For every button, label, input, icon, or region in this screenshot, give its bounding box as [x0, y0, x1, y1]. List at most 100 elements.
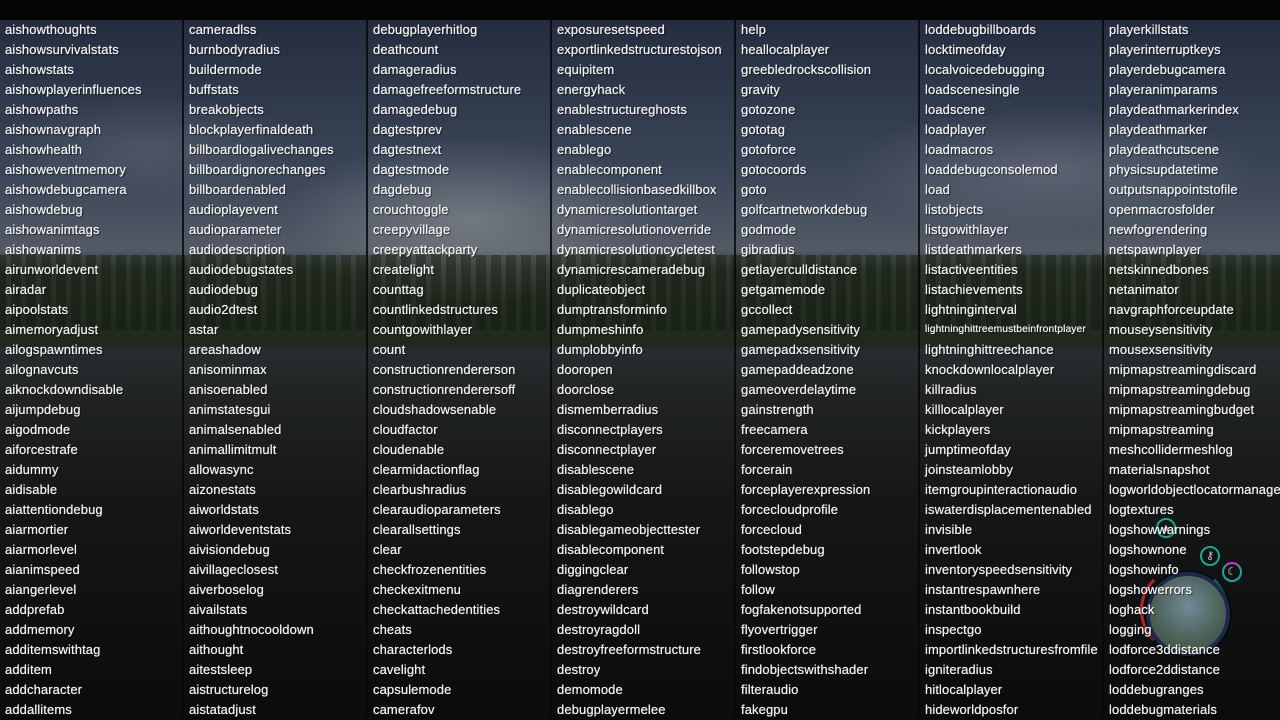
command-item[interactable]: knockdownlocalplayer [920, 360, 1102, 380]
command-item[interactable]: disablegowildcard [552, 480, 734, 500]
command-item[interactable]: enablescene [552, 120, 734, 140]
command-item[interactable]: exposuresetspeed [552, 20, 734, 40]
command-item[interactable]: playerdebugcamera [1104, 60, 1280, 80]
command-item[interactable]: lightninghittreemustbeinfrontplayer [920, 320, 1102, 340]
command-item[interactable]: kickplayers [920, 420, 1102, 440]
command-item[interactable]: outputsnappointstofile [1104, 180, 1280, 200]
command-item[interactable]: playerkillstats [1104, 20, 1280, 40]
command-item[interactable]: followstop [736, 560, 918, 580]
command-item[interactable]: addcharacter [0, 680, 182, 700]
command-item[interactable]: aiattentiondebug [0, 500, 182, 520]
command-item[interactable]: killlocalplayer [920, 400, 1102, 420]
command-item[interactable]: firstlookforce [736, 640, 918, 660]
command-item[interactable]: instantbookbuild [920, 600, 1102, 620]
command-item[interactable]: loghack [1104, 600, 1280, 620]
command-item[interactable]: aishowsurvivalstats [0, 40, 182, 60]
command-item[interactable]: cameradlss [184, 20, 366, 40]
command-item[interactable]: lightninghittreechance [920, 340, 1102, 360]
command-item[interactable]: fakegpu [736, 700, 918, 720]
command-item[interactable]: addallitems [0, 700, 182, 720]
command-item[interactable]: gccollect [736, 300, 918, 320]
command-item[interactable]: disablego [552, 500, 734, 520]
command-item[interactable]: logshowerrors [1104, 580, 1280, 600]
command-item[interactable]: load [920, 180, 1102, 200]
command-item[interactable]: aishowdebug [0, 200, 182, 220]
command-item[interactable]: forceplayerexpression [736, 480, 918, 500]
command-item[interactable]: aizonestats [184, 480, 366, 500]
command-item[interactable]: gototag [736, 120, 918, 140]
command-item[interactable]: gamepadysensitivity [736, 320, 918, 340]
command-item[interactable]: logshowinfo [1104, 560, 1280, 580]
command-item[interactable]: mouseysensitivity [1104, 320, 1280, 340]
command-item[interactable]: airunworldevent [0, 260, 182, 280]
command-item[interactable]: animstatesgui [184, 400, 366, 420]
command-item[interactable]: logshowwarnings [1104, 520, 1280, 540]
command-item[interactable]: cloudfactor [368, 420, 550, 440]
command-item[interactable]: dagtestmode [368, 160, 550, 180]
command-item[interactable]: joinsteamlobby [920, 460, 1102, 480]
command-item[interactable]: forcerain [736, 460, 918, 480]
command-item[interactable]: checkexitmenu [368, 580, 550, 600]
command-item[interactable]: createlight [368, 260, 550, 280]
command-item[interactable]: netanimator [1104, 280, 1280, 300]
command-item[interactable]: aidisable [0, 480, 182, 500]
command-item[interactable]: ailognavcuts [0, 360, 182, 380]
command-item[interactable]: navgraphforceupdate [1104, 300, 1280, 320]
command-item[interactable]: constructionrendererson [368, 360, 550, 380]
command-item[interactable]: dumptransforminfo [552, 300, 734, 320]
command-item[interactable]: gamepaddeadzone [736, 360, 918, 380]
command-item[interactable]: aishowanims [0, 240, 182, 260]
command-item[interactable]: breakobjects [184, 100, 366, 120]
command-item[interactable]: dagtestprev [368, 120, 550, 140]
command-item[interactable]: counttag [368, 280, 550, 300]
command-item[interactable]: clearallsettings [368, 520, 550, 540]
command-item[interactable]: forceremovetrees [736, 440, 918, 460]
command-item[interactable]: loadplayer [920, 120, 1102, 140]
command-item[interactable]: aishowthoughts [0, 20, 182, 40]
command-item[interactable]: diagrenderers [552, 580, 734, 600]
command-item[interactable]: disconnectplayers [552, 420, 734, 440]
command-item[interactable]: flyovertrigger [736, 620, 918, 640]
command-item[interactable]: disablecomponent [552, 540, 734, 560]
command-item[interactable]: gotocoords [736, 160, 918, 180]
command-item[interactable]: cloudshadowsenable [368, 400, 550, 420]
command-item[interactable]: equipitem [552, 60, 734, 80]
command-item[interactable]: gamepadxsensitivity [736, 340, 918, 360]
command-item[interactable]: countgowithlayer [368, 320, 550, 340]
command-item[interactable]: buildermode [184, 60, 366, 80]
command-item[interactable]: forcecloud [736, 520, 918, 540]
command-item[interactable]: gotoforce [736, 140, 918, 160]
command-item[interactable]: count [368, 340, 550, 360]
command-item[interactable]: playdeathmarkerindex [1104, 100, 1280, 120]
command-item[interactable]: dagtestnext [368, 140, 550, 160]
command-item[interactable]: characterlods [368, 640, 550, 660]
command-item[interactable]: aishowdebugcamera [0, 180, 182, 200]
command-item[interactable]: diggingclear [552, 560, 734, 580]
command-item[interactable]: dynamicrescameradebug [552, 260, 734, 280]
command-item[interactable]: billboardlogalivechanges [184, 140, 366, 160]
command-item[interactable]: debugplayermelee [552, 700, 734, 720]
command-item[interactable]: clear [368, 540, 550, 560]
command-item[interactable]: addmemory [0, 620, 182, 640]
command-item[interactable]: enablecomponent [552, 160, 734, 180]
command-item[interactable]: aishoweventmemory [0, 160, 182, 180]
command-item[interactable]: destroyragdoll [552, 620, 734, 640]
command-item[interactable]: additemswithtag [0, 640, 182, 660]
command-item[interactable]: astar [184, 320, 366, 340]
command-item[interactable]: logtextures [1104, 500, 1280, 520]
command-item[interactable]: clearmidactionflag [368, 460, 550, 480]
command-item[interactable]: burnbodyradius [184, 40, 366, 60]
command-item[interactable]: iswaterdisplacementenabled [920, 500, 1102, 520]
command-item[interactable]: aishowstats [0, 60, 182, 80]
command-item[interactable]: aiarmortier [0, 520, 182, 540]
command-item[interactable]: aiarmorlevel [0, 540, 182, 560]
command-item[interactable]: creepyvillage [368, 220, 550, 240]
command-item[interactable]: mipmapstreamingbudget [1104, 400, 1280, 420]
command-item[interactable]: cheats [368, 620, 550, 640]
command-item[interactable]: footstepdebug [736, 540, 918, 560]
command-item[interactable]: gibradius [736, 240, 918, 260]
command-item[interactable]: playdeathmarker [1104, 120, 1280, 140]
command-item[interactable]: audioparameter [184, 220, 366, 240]
command-item[interactable]: aishowanimtags [0, 220, 182, 240]
command-item[interactable]: clearbushradius [368, 480, 550, 500]
